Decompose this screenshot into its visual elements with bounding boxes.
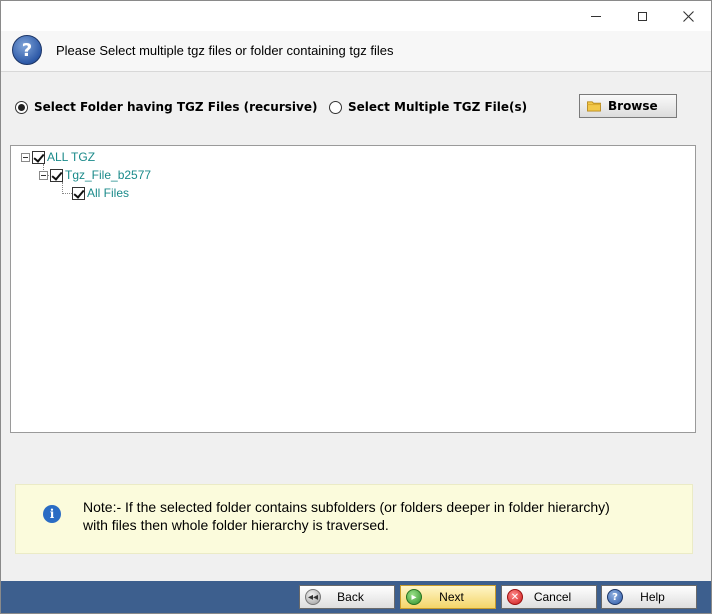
minimize-icon bbox=[591, 15, 601, 17]
note-line-1: Note:- If the selected folder contains s… bbox=[83, 499, 610, 515]
maximize-icon bbox=[637, 11, 647, 21]
tree-label-root[interactable]: ALL TGZ bbox=[47, 150, 95, 164]
next-button[interactable]: ▸ Next bbox=[400, 585, 496, 609]
back-arrow-icon: ◂◂ bbox=[305, 589, 321, 605]
cancel-icon: ✕ bbox=[507, 589, 523, 605]
wizard-footer: ◂◂ Back ▸ Next ✕ Cancel ? Help bbox=[1, 581, 711, 613]
cancel-label: Cancel bbox=[533, 590, 572, 604]
browse-label: Browse bbox=[608, 99, 658, 113]
back-label: Back bbox=[337, 590, 364, 604]
tree-node-root[interactable]: ALL TGZ bbox=[21, 149, 95, 165]
help-button[interactable]: ? Help bbox=[601, 585, 697, 609]
folder-icon bbox=[587, 101, 601, 112]
tree-label-all-files[interactable]: All Files bbox=[87, 186, 129, 200]
radio-folder-label: Select Folder having TGZ Files (recursiv… bbox=[34, 100, 318, 114]
wizard-header: ? Please Select multiple tgz files or fo… bbox=[1, 31, 711, 72]
cancel-button[interactable]: ✕ Cancel bbox=[501, 585, 597, 609]
note-line-2: with files then whole folder hierarchy i… bbox=[83, 517, 389, 533]
tree-node-all-files[interactable]: All Files bbox=[72, 185, 129, 201]
minimize-button[interactable] bbox=[573, 1, 619, 31]
note-panel: i Note:- If the selected folder contains… bbox=[15, 484, 693, 554]
close-icon bbox=[682, 10, 694, 22]
close-button[interactable] bbox=[665, 1, 711, 31]
tree-checkbox-child[interactable] bbox=[50, 168, 63, 182]
info-icon: i bbox=[43, 505, 61, 523]
wizard-window: ? Please Select multiple tgz files or fo… bbox=[0, 0, 712, 614]
next-label: Next bbox=[439, 590, 464, 604]
help-icon: ? bbox=[607, 589, 623, 605]
radio-button-folder[interactable] bbox=[15, 100, 28, 114]
radio-select-folder[interactable]: Select Folder having TGZ Files (recursiv… bbox=[15, 99, 317, 115]
tree-node-child[interactable]: Tgz_File_b2577 bbox=[39, 167, 151, 183]
maximize-button[interactable] bbox=[619, 1, 665, 31]
help-label: Help bbox=[640, 590, 665, 604]
collapse-toggle-icon[interactable] bbox=[21, 152, 30, 162]
title-bar bbox=[1, 1, 711, 31]
radio-button-files[interactable] bbox=[329, 100, 342, 114]
note-text: Note:- If the selected folder contains s… bbox=[83, 498, 610, 534]
tree-checkbox-root[interactable] bbox=[32, 150, 45, 164]
radio-files-label: Select Multiple TGZ File(s) bbox=[348, 100, 528, 114]
collapse-toggle-icon[interactable] bbox=[39, 170, 48, 180]
back-button[interactable]: ◂◂ Back bbox=[299, 585, 395, 609]
header-instruction: Please Select multiple tgz files or fold… bbox=[56, 43, 394, 58]
tree-checkbox-all-files[interactable] bbox=[72, 186, 85, 200]
radio-select-files[interactable]: Select Multiple TGZ File(s) bbox=[329, 99, 527, 115]
help-circle-icon: ? bbox=[12, 35, 42, 65]
tree-label-child[interactable]: Tgz_File_b2577 bbox=[65, 168, 151, 182]
browse-button[interactable]: Browse bbox=[579, 94, 677, 118]
folder-tree[interactable]: ALL TGZ Tgz_File_b2577 All Files bbox=[10, 145, 696, 433]
next-arrow-icon: ▸ bbox=[406, 589, 422, 605]
